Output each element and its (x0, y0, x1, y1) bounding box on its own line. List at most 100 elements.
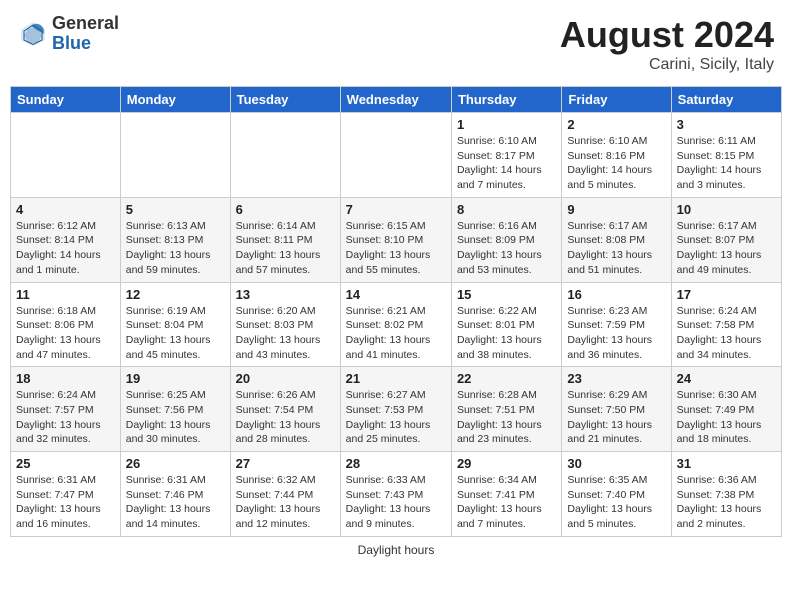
day-number-5: 5 (126, 202, 225, 217)
day-cell-7: 4 Sunrise: 6:12 AM Sunset: 8:14 PM Daylig… (11, 197, 121, 282)
day-cell-34: 31 Sunrise: 6:36 AM Sunset: 7:38 PM Dayli… (671, 452, 781, 537)
header-monday: Monday (120, 87, 230, 113)
month-title: August 2024 (560, 14, 774, 56)
header-thursday: Thursday (451, 87, 561, 113)
logo-general-text: General (52, 14, 119, 34)
day-cell-19: 16Sunrise: 6:23 AM Sunset: 7:59 PM Dayli… (562, 282, 671, 367)
day-info-9: Sunrise: 6:17 AM Sunset: 8:08 PM Dayligh… (567, 219, 665, 278)
day-number-7: 7 (346, 202, 446, 217)
header-sunday: Sunday (11, 87, 121, 113)
day-number-29: 29 (457, 456, 556, 471)
day-number-8: 8 (457, 202, 556, 217)
day-number-27: 27 (236, 456, 335, 471)
day-cell-20: 17Sunrise: 6:24 AM Sunset: 7:58 PM Dayli… (671, 282, 781, 367)
day-cell-30: 27 Sunrise: 6:32 AM Sunset: 7:44 PM Dayli… (230, 452, 340, 537)
day-info-20: Sunrise: 6:26 AM Sunset: 7:54 PM Dayligh… (236, 388, 335, 447)
day-info-22: Sunrise: 6:28 AM Sunset: 7:51 PM Dayligh… (457, 388, 556, 447)
day-cell-18: 15 Sunrise: 6:22 AM Sunset: 8:01 PM Dayli… (451, 282, 561, 367)
day-cell-12: 9 Sunrise: 6:17 AM Sunset: 8:08 PM Daylig… (562, 197, 671, 282)
day-cell-9: 6 Sunrise: 6:14 AM Sunset: 8:11 PM Daylig… (230, 197, 340, 282)
day-info-25: Sunrise: 6:31 AM Sunset: 7:47 PM Dayligh… (16, 473, 115, 532)
day-info-27: Sunrise: 6:32 AM Sunset: 7:44 PM Dayligh… (236, 473, 335, 532)
day-number-20: 20 (236, 371, 335, 386)
day-cell-15: 12 Sunrise: 6:19 AM Sunset: 8:04 PM Dayli… (120, 282, 230, 367)
day-info-4: Sunrise: 6:12 AM Sunset: 8:14 PM Dayligh… (16, 219, 115, 278)
day-info-30: Sunrise: 6:35 AM Sunset: 7:40 PM Dayligh… (567, 473, 665, 532)
day-info-1: Sunrise: 6:10 AM Sunset: 8:17 PM Dayligh… (457, 134, 556, 193)
calendar-table: Sunday Monday Tuesday Wednesday Thursday… (10, 86, 782, 537)
day-info-19: Sunrise: 6:25 AM Sunset: 7:56 PM Dayligh… (126, 388, 225, 447)
day-cell-26: 23 Sunrise: 6:29 AM Sunset: 7:50 PM Dayli… (562, 367, 671, 452)
day-cell-29: 26 Sunrise: 6:31 AM Sunset: 7:46 PM Dayli… (120, 452, 230, 537)
day-number-16: 16 (567, 287, 665, 302)
day-number-18: 18 (16, 371, 115, 386)
day-info-12: Sunrise: 6:19 AM Sunset: 8:04 PM Dayligh… (126, 304, 225, 363)
logo-text: General Blue (52, 14, 119, 54)
day-number-19: 19 (126, 371, 225, 386)
day-info-24: Sunrise: 6:30 AM Sunset: 7:49 PM Dayligh… (677, 388, 776, 447)
header: General Blue August 2024 Carini, Sicily,… (10, 10, 782, 78)
logo-blue-text: Blue (52, 34, 119, 54)
header-saturday: Saturday (671, 87, 781, 113)
location: Carini, Sicily, Italy (560, 56, 774, 74)
day-info-8: Sunrise: 6:16 AM Sunset: 8:09 PM Dayligh… (457, 219, 556, 278)
day-number-9: 9 (567, 202, 665, 217)
day-number-31: 31 (677, 456, 776, 471)
page-container: General Blue August 2024 Carini, Sicily,… (10, 10, 782, 557)
week-row-3: 11 Sunrise: 6:18 AM Sunset: 8:06 PM Dayli… (11, 282, 782, 367)
day-cell-13: 10 Sunrise: 6:17 AM Sunset: 8:07 PM Dayli… (671, 197, 781, 282)
header-tuesday: Tuesday (230, 87, 340, 113)
day-cell-17: 14Sunrise: 6:21 AM Sunset: 8:02 PM Dayli… (340, 282, 451, 367)
day-number-21: 21 (346, 371, 446, 386)
day-info-28: Sunrise: 6:33 AM Sunset: 7:43 PM Dayligh… (346, 473, 446, 532)
day-cell-23: 20 Sunrise: 6:26 AM Sunset: 7:54 PM Dayli… (230, 367, 340, 452)
logo: General Blue (18, 14, 119, 54)
day-number-11: 11 (16, 287, 115, 302)
day-cell-1 (120, 113, 230, 198)
week-row-1: 1Sunrise: 6:10 AM Sunset: 8:17 PM Daylig… (11, 113, 782, 198)
day-info-3: Sunrise: 6:11 AM Sunset: 8:15 PM Dayligh… (677, 134, 776, 193)
day-info-13: Sunrise: 6:20 AM Sunset: 8:03 PM Dayligh… (236, 304, 335, 363)
day-cell-27: 24Sunrise: 6:30 AM Sunset: 7:49 PM Dayli… (671, 367, 781, 452)
day-info-23: Sunrise: 6:29 AM Sunset: 7:50 PM Dayligh… (567, 388, 665, 447)
week-row-2: 4 Sunrise: 6:12 AM Sunset: 8:14 PM Daylig… (11, 197, 782, 282)
week-row-4: 18 Sunrise: 6:24 AM Sunset: 7:57 PM Dayli… (11, 367, 782, 452)
day-cell-3 (340, 113, 451, 198)
week-row-5: 25 Sunrise: 6:31 AM Sunset: 7:47 PM Dayli… (11, 452, 782, 537)
day-cell-22: 19 Sunrise: 6:25 AM Sunset: 7:56 PM Dayli… (120, 367, 230, 452)
day-number-3: 3 (677, 117, 776, 132)
day-cell-8: 5Sunrise: 6:13 AM Sunset: 8:13 PM Daylig… (120, 197, 230, 282)
day-info-18: Sunrise: 6:24 AM Sunset: 7:57 PM Dayligh… (16, 388, 115, 447)
day-cell-6: 3 Sunrise: 6:11 AM Sunset: 8:15 PM Daylig… (671, 113, 781, 198)
day-info-15: Sunrise: 6:22 AM Sunset: 8:01 PM Dayligh… (457, 304, 556, 363)
day-cell-16: 13 Sunrise: 6:20 AM Sunset: 8:03 PM Dayli… (230, 282, 340, 367)
day-info-11: Sunrise: 6:18 AM Sunset: 8:06 PM Dayligh… (16, 304, 115, 363)
day-number-28: 28 (346, 456, 446, 471)
day-info-17: Sunrise: 6:24 AM Sunset: 7:58 PM Dayligh… (677, 304, 776, 363)
day-info-14: Sunrise: 6:21 AM Sunset: 8:02 PM Dayligh… (346, 304, 446, 363)
footer-label: Daylight hours (358, 543, 435, 557)
day-number-23: 23 (567, 371, 665, 386)
day-info-26: Sunrise: 6:31 AM Sunset: 7:46 PM Dayligh… (126, 473, 225, 532)
day-info-10: Sunrise: 6:17 AM Sunset: 8:07 PM Dayligh… (677, 219, 776, 278)
day-number-12: 12 (126, 287, 225, 302)
day-number-6: 6 (236, 202, 335, 217)
day-cell-32: 29Sunrise: 6:34 AM Sunset: 7:41 PM Dayli… (451, 452, 561, 537)
day-number-13: 13 (236, 287, 335, 302)
day-info-31: Sunrise: 6:36 AM Sunset: 7:38 PM Dayligh… (677, 473, 776, 532)
day-cell-21: 18 Sunrise: 6:24 AM Sunset: 7:57 PM Dayli… (11, 367, 121, 452)
day-cell-31: 28 Sunrise: 6:33 AM Sunset: 7:43 PM Dayli… (340, 452, 451, 537)
day-number-4: 4 (16, 202, 115, 217)
day-cell-0 (11, 113, 121, 198)
day-number-26: 26 (126, 456, 225, 471)
day-info-6: Sunrise: 6:14 AM Sunset: 8:11 PM Dayligh… (236, 219, 335, 278)
footer: Daylight hours (10, 543, 782, 557)
day-info-21: Sunrise: 6:27 AM Sunset: 7:53 PM Dayligh… (346, 388, 446, 447)
day-cell-10: 7Sunrise: 6:15 AM Sunset: 8:10 PM Daylig… (340, 197, 451, 282)
day-cell-28: 25 Sunrise: 6:31 AM Sunset: 7:47 PM Dayli… (11, 452, 121, 537)
day-number-10: 10 (677, 202, 776, 217)
day-number-15: 15 (457, 287, 556, 302)
header-wednesday: Wednesday (340, 87, 451, 113)
day-cell-11: 8 Sunrise: 6:16 AM Sunset: 8:09 PM Daylig… (451, 197, 561, 282)
day-number-25: 25 (16, 456, 115, 471)
